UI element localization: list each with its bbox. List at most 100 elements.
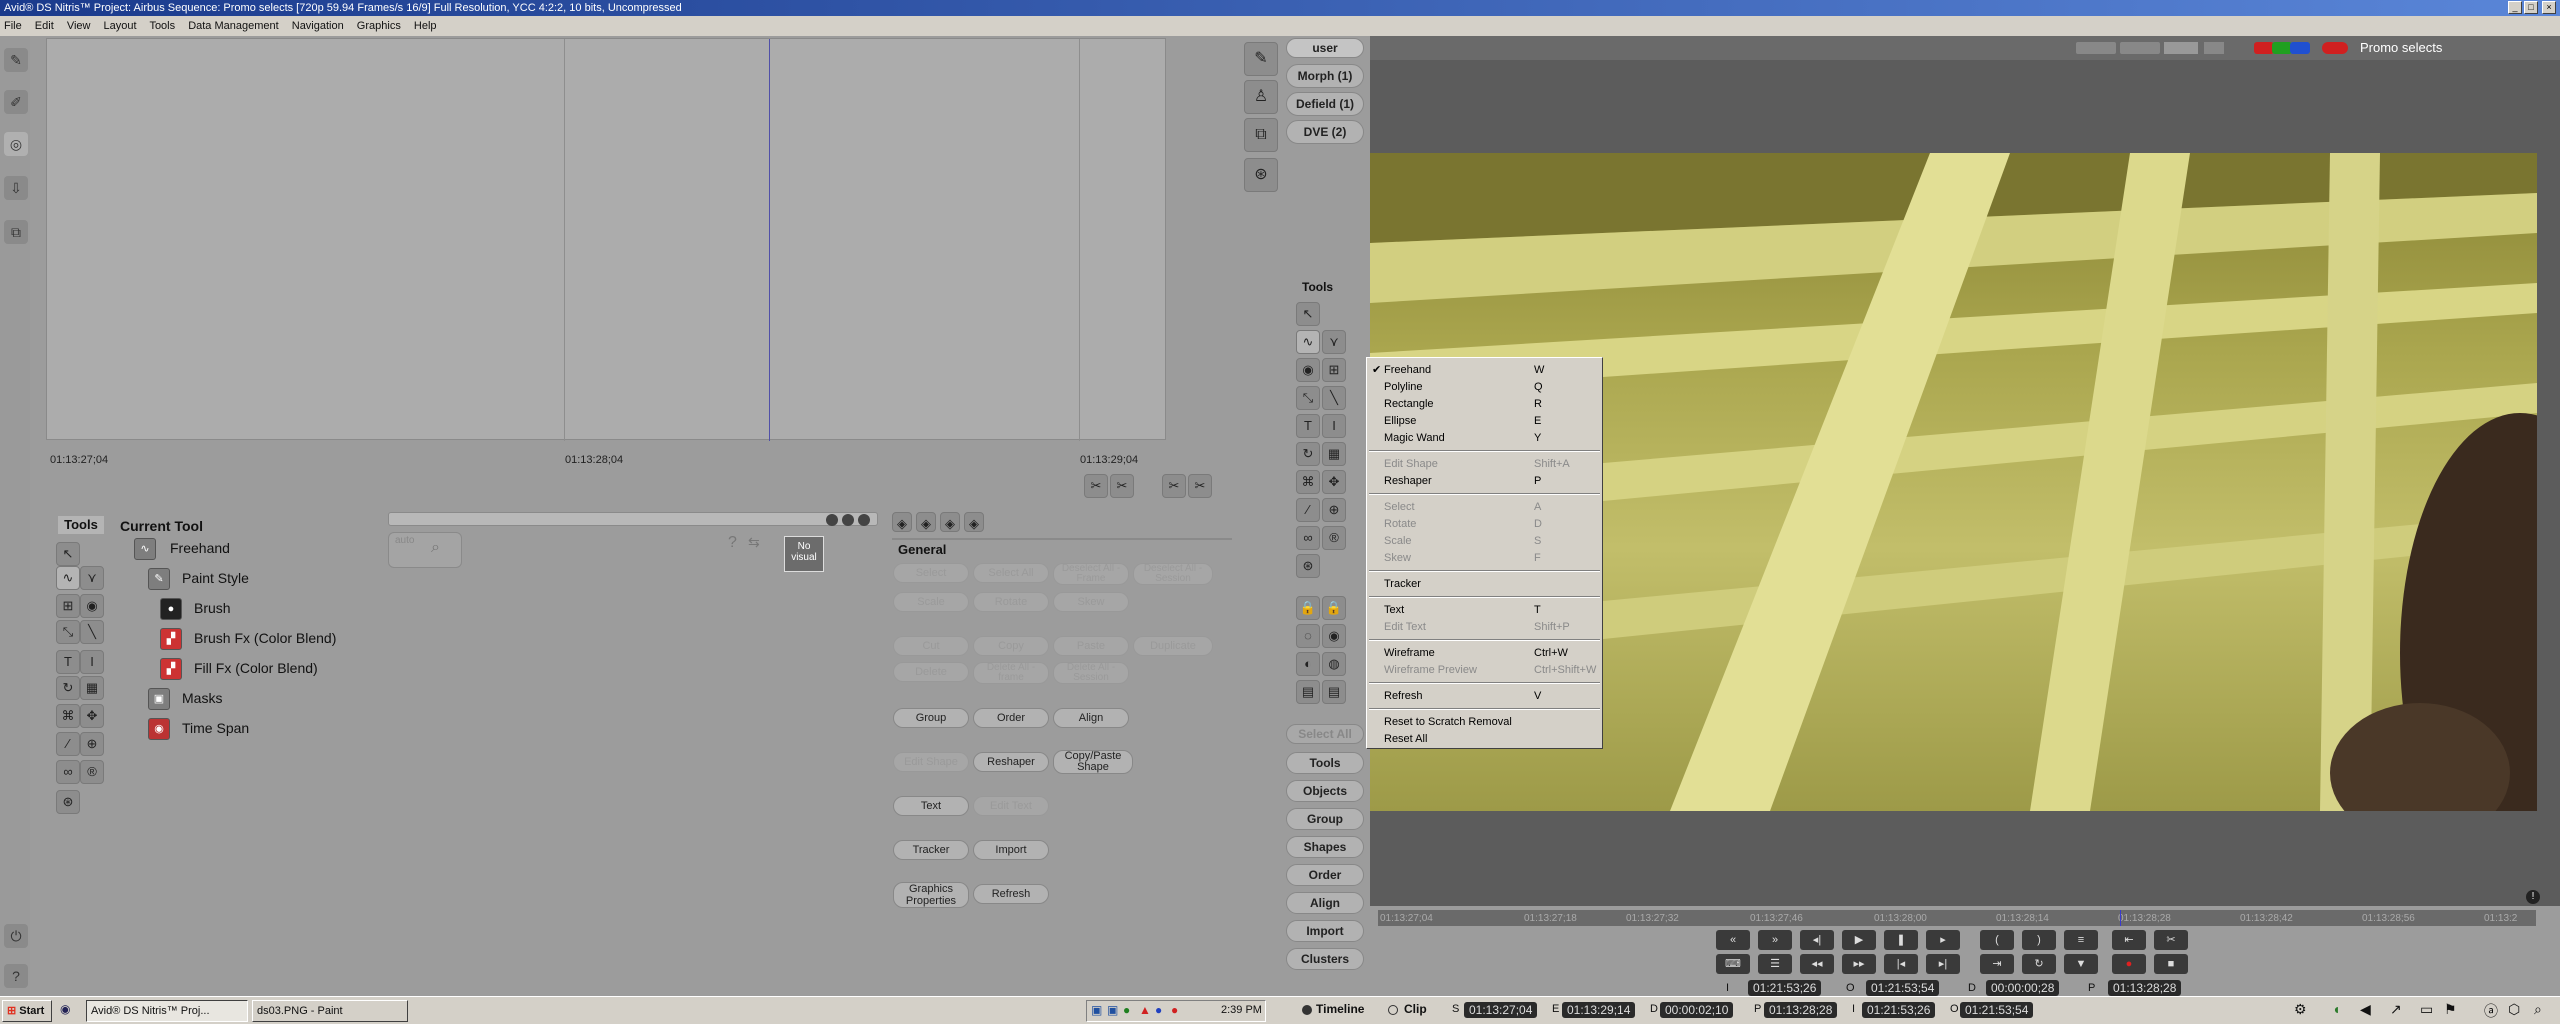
tree-item-fill-fx[interactable]: Fill Fx (Color Blend) [194, 660, 318, 676]
scale-button[interactable]: Scale [893, 592, 969, 612]
pause-icon[interactable]: ❚ [1884, 930, 1918, 950]
menu-edit[interactable]: Edit [35, 20, 54, 32]
tray-app-icon[interactable]: ● [1123, 1003, 1130, 1017]
tree-item-masks[interactable]: Masks [182, 690, 222, 706]
menu-item-rectangle[interactable]: Rectangle R [1384, 396, 1599, 412]
task-avid-ds[interactable]: Avid® DS Nitris™ Proj... [86, 1000, 248, 1022]
transform-icon[interactable]: ⤡ [1296, 386, 1320, 410]
copy-button[interactable]: Copy [973, 636, 1049, 656]
flag-icon[interactable]: ⚑ [2444, 1001, 2457, 1018]
quicklaunch-icon[interactable]: ◉ [60, 1002, 78, 1020]
link-icon[interactable]: ∞ [1296, 526, 1320, 550]
stop-icon[interactable]: ■ [2154, 954, 2188, 974]
user-tab[interactable]: user [1286, 38, 1364, 58]
menu-item-rotate[interactable]: Rotate D [1384, 516, 1599, 532]
maximize-button[interactable]: □ [2524, 1, 2538, 14]
checker-icon[interactable] [2164, 42, 2198, 54]
tray-display-icon[interactable]: ▣ [1107, 1003, 1118, 1017]
menu-data-management[interactable]: Data Management [188, 20, 279, 32]
minimize-button[interactable]: _ [2508, 1, 2522, 14]
settings-icon[interactable]: ⚙ [2294, 1001, 2307, 1018]
menu-graphics[interactable]: Graphics [357, 20, 401, 32]
alpha-channel-icon[interactable] [2322, 42, 2348, 54]
out-timecode[interactable]: 01:21:53;54 [1866, 980, 1940, 996]
composite-tool-icon[interactable]: ⧉ [4, 220, 28, 244]
graphics-icon[interactable]: ◈ [892, 512, 912, 532]
menu-item-ellipse[interactable]: Ellipse E [1384, 413, 1599, 429]
duplicate-button[interactable]: Duplicate [1133, 636, 1213, 656]
tray-app-icon[interactable]: ● [1171, 1003, 1178, 1017]
info-icon[interactable]: ! [2526, 890, 2540, 904]
eye-icon[interactable]: ◉ [1322, 624, 1346, 648]
text-cursor-icon[interactable]: I [80, 650, 104, 674]
tool-shortcut-icon[interactable]: ✂ [1162, 474, 1186, 498]
edit-text-button[interactable]: Edit Text [973, 796, 1049, 816]
menu-item-reset-all[interactable]: Reset All [1384, 731, 1599, 747]
menu-item-wireframe-preview[interactable]: Wireframe Preview Ctrl+Shift+W [1384, 662, 1599, 678]
help-question-icon[interactable]: ? [728, 534, 748, 554]
loop-icon[interactable]: ↻ [2022, 954, 2056, 974]
eyedropper-icon[interactable]: ⁄ [1296, 498, 1320, 522]
tree-item-brush[interactable]: Brush [194, 600, 231, 616]
tree-item-freehand[interactable]: Freehand [170, 540, 230, 556]
register-icon[interactable]: ® [80, 760, 104, 784]
menu-item-edit-text[interactable]: Edit Text Shift+P [1384, 619, 1599, 635]
menu-tools[interactable]: Tools [149, 20, 175, 32]
deselect-all-session-button[interactable]: Deselect All - Session [1133, 563, 1213, 585]
timeline-area[interactable] [46, 38, 1166, 441]
grid-icon[interactable]: ▦ [1322, 442, 1346, 466]
figure-icon[interactable]: ♙ [1244, 80, 1278, 114]
tracker-button[interactable]: Tracker [893, 840, 969, 860]
page-icon[interactable]: ▤ [1296, 680, 1320, 704]
tree-item-time-span[interactable]: Time Span [182, 720, 249, 736]
side-objects-button[interactable]: Objects [1286, 780, 1364, 802]
add-icon[interactable]: ⊞ [1322, 358, 1346, 382]
delete-all-session-button[interactable]: Delete All - Session [1053, 662, 1129, 684]
warp-icon[interactable]: ⌘ [1296, 470, 1320, 494]
register-icon[interactable]: ® [1322, 526, 1346, 550]
paint-tool-icon[interactable]: ✎ [4, 48, 28, 72]
select-button[interactable]: Select [893, 563, 969, 583]
bezier-icon[interactable]: ⋎ [80, 566, 104, 590]
order-button[interactable]: Order [973, 708, 1049, 728]
toolbar-dot-icon[interactable] [842, 514, 854, 526]
rewind-icon[interactable]: « [1716, 930, 1750, 950]
arrow-icon[interactable]: ↗ [2390, 1001, 2402, 1018]
bezier-icon[interactable]: ⋎ [1322, 330, 1346, 354]
select-all-side-button[interactable]: Select All [1286, 724, 1364, 744]
layers-icon[interactable]: ⧉ [1244, 118, 1278, 152]
import-button[interactable]: Import [973, 840, 1049, 860]
menu-item-reset-scratch[interactable]: Reset to Scratch Removal [1384, 714, 1599, 730]
transform-icon[interactable]: ⤡ [56, 620, 80, 644]
duration-timecode[interactable]: 00:00:02;10 [1660, 1002, 1734, 1018]
menu-item-wireframe[interactable]: Wireframe Ctrl+W [1384, 645, 1599, 661]
out-timecode[interactable]: 01:21:53;54 [1960, 1002, 2034, 1018]
playhead[interactable] [769, 39, 770, 441]
graphics-properties-button[interactable]: Graphics Properties [893, 882, 969, 908]
tool-shortcut-icon[interactable]: ✂ [1188, 474, 1212, 498]
tool-shortcut-icon[interactable]: ✂ [1110, 474, 1134, 498]
play-icon[interactable]: ▶ [1842, 930, 1876, 950]
menu-item-edit-shape[interactable]: Edit Shape Shift+A [1384, 456, 1599, 472]
menu-item-freehand[interactable]: ✔ Freehand W [1372, 362, 1599, 378]
go-in-icon[interactable]: ⇥ [1980, 954, 2014, 974]
tab-tools[interactable]: Tools [58, 516, 104, 534]
help-icon[interactable]: ? [4, 964, 28, 988]
ellipse-icon[interactable]: ◉ [80, 594, 104, 618]
side-order-button[interactable]: Order [1286, 864, 1364, 886]
timeline-radio[interactable] [1302, 1005, 1312, 1015]
text-tool-icon[interactable]: T [1296, 414, 1320, 438]
toolbar-dot-icon[interactable] [826, 514, 838, 526]
line-icon[interactable]: ╲ [1322, 386, 1346, 410]
lock-icon[interactable]: 🔒 [1296, 596, 1320, 620]
skew-button[interactable]: Skew [1053, 592, 1129, 612]
reels-icon[interactable]: ⊛ [1244, 158, 1278, 192]
position-timecode[interactable]: 01:13:28;28 [1764, 1002, 1838, 1018]
side-clusters-button[interactable]: Clusters [1286, 948, 1364, 970]
menu-item-tracker[interactable]: Tracker [1384, 576, 1599, 592]
end-timecode[interactable]: 01:13:29;14 [1562, 1002, 1636, 1018]
warp-icon[interactable]: ⌘ [56, 704, 80, 728]
edit-shape-button[interactable]: Edit Shape [893, 752, 969, 772]
graphics-tool-icon[interactable]: ◎ [4, 132, 28, 156]
deselect-all-frame-button[interactable]: Deselect All - Frame [1053, 563, 1129, 585]
